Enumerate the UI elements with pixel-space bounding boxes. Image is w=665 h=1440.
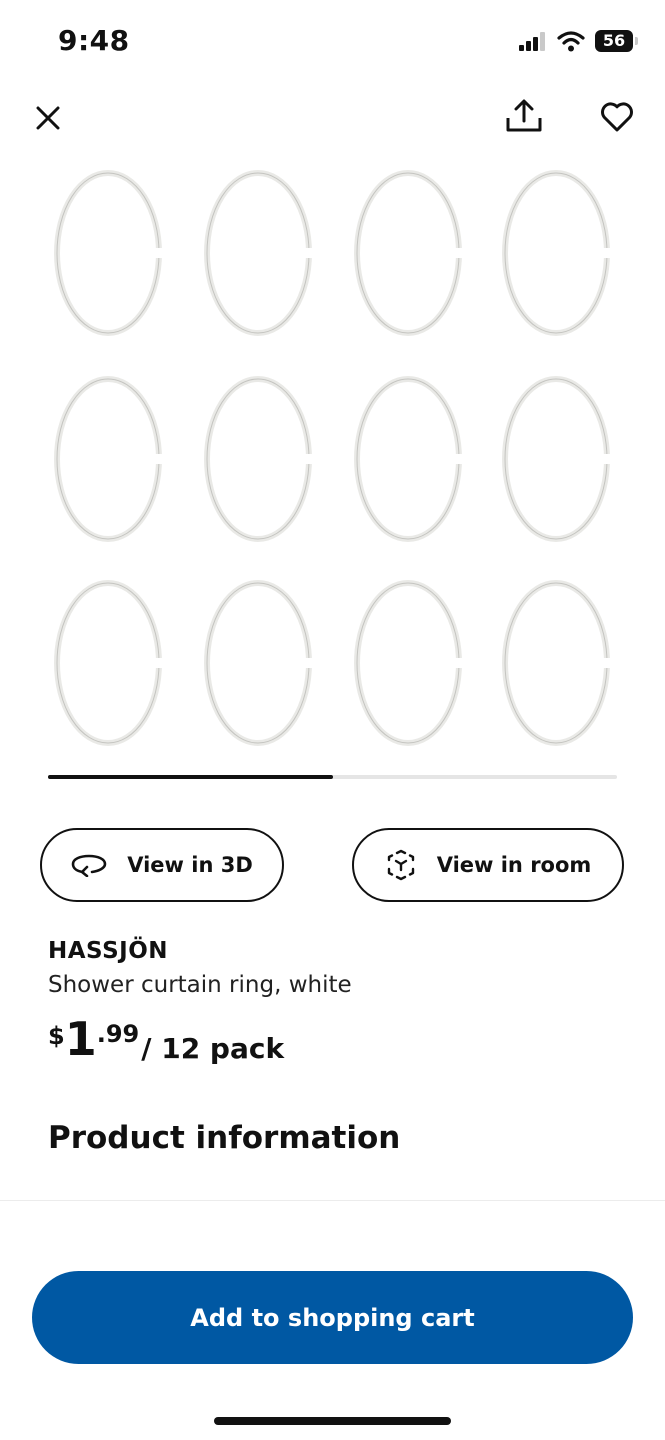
price-unit: / 12 pack	[141, 1032, 285, 1065]
product-information-heading[interactable]: Product information	[48, 1120, 400, 1156]
wifi-icon	[557, 31, 585, 52]
view-in-room-button[interactable]: View in room	[352, 828, 624, 902]
close-icon	[36, 106, 60, 130]
product-name: HASSJÖN	[48, 938, 169, 964]
view-in-3d-label: View in 3D	[127, 853, 253, 877]
status-icons: 56	[519, 30, 638, 52]
divider	[0, 1200, 665, 1201]
favorite-button[interactable]	[594, 94, 640, 140]
rotate-3d-icon	[71, 854, 107, 877]
product-description: Shower curtain ring, white	[48, 972, 352, 998]
share-icon	[506, 99, 542, 132]
ring-image	[204, 376, 314, 542]
ring-image	[354, 170, 464, 336]
ring-image	[502, 170, 612, 336]
product-price: $ 1 .99 / 12 pack	[48, 1016, 284, 1065]
ring-image	[204, 580, 314, 746]
product-image[interactable]	[0, 160, 665, 760]
share-button[interactable]	[500, 92, 548, 140]
ring-image	[54, 170, 164, 336]
price-decimal: .99	[96, 1020, 140, 1048]
ring-image	[502, 580, 612, 746]
ring-image	[354, 376, 464, 542]
add-to-cart-button[interactable]: Add to shopping cart	[32, 1271, 633, 1364]
add-to-cart-label: Add to shopping cart	[190, 1303, 475, 1332]
view-in-room-label: View in room	[436, 853, 592, 877]
home-indicator	[214, 1417, 451, 1425]
ring-image	[54, 580, 164, 746]
ring-image	[54, 376, 164, 542]
status-bar: 9:48 56	[0, 0, 665, 86]
ar-cube-icon	[387, 849, 414, 881]
price-currency: $	[48, 1022, 65, 1050]
battery-level: 56	[602, 31, 626, 50]
ring-image	[204, 170, 314, 336]
ring-image	[354, 580, 464, 746]
status-time: 9:48	[58, 24, 130, 57]
battery-icon: 56	[595, 30, 638, 52]
ring-image	[502, 376, 612, 542]
carousel-progress-fill	[48, 775, 333, 779]
heart-icon	[601, 102, 633, 132]
view-in-3d-button[interactable]: View in 3D	[40, 828, 284, 902]
carousel-progress[interactable]	[48, 775, 617, 779]
price-integer: 1	[64, 1012, 97, 1066]
cellular-signal-icon	[519, 32, 545, 51]
top-bar	[0, 92, 665, 144]
close-button[interactable]	[28, 96, 68, 140]
